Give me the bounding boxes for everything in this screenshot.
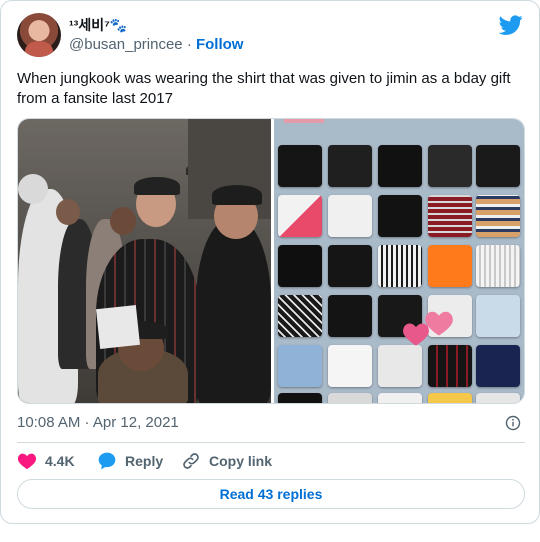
shirt bbox=[278, 145, 322, 187]
media-photo-left[interactable] bbox=[18, 119, 271, 403]
handle-line: @busan_princee · Follow bbox=[69, 35, 243, 55]
tweet-header: ¹³세비⁷🐾 @busan_princee · Follow bbox=[17, 13, 523, 59]
media-photo-right[interactable] bbox=[274, 119, 524, 403]
shirt bbox=[428, 345, 472, 387]
person-right bbox=[196, 219, 271, 403]
tweet-text: When jungkook was wearing the shirt that… bbox=[17, 70, 511, 107]
reply-button[interactable]: Reply bbox=[97, 450, 163, 472]
person-head bbox=[18, 174, 48, 204]
divider bbox=[17, 442, 525, 443]
shirt bbox=[428, 245, 472, 287]
follow-button[interactable]: Follow bbox=[196, 36, 244, 53]
like-count: 4.4K bbox=[45, 453, 75, 469]
link-icon bbox=[183, 453, 199, 469]
copy-link-label: Copy link bbox=[209, 453, 273, 469]
pink-tag bbox=[284, 119, 324, 123]
shirt bbox=[328, 393, 372, 403]
tweet-media[interactable] bbox=[17, 118, 525, 404]
shirt bbox=[278, 295, 322, 337]
heart-icon bbox=[17, 453, 37, 470]
shirt-print bbox=[142, 266, 190, 322]
tweet-meta: 10:08 AM · Apr 12, 2021 bbox=[17, 413, 525, 433]
shirt bbox=[476, 393, 520, 403]
shirt-grid bbox=[278, 141, 524, 403]
shirt bbox=[378, 393, 422, 403]
shirt bbox=[328, 195, 372, 237]
shirt bbox=[278, 195, 322, 237]
shirt bbox=[476, 245, 520, 287]
like-button[interactable]: 4.4K bbox=[17, 450, 75, 472]
shirt bbox=[476, 145, 520, 187]
shirt bbox=[428, 145, 472, 187]
shirt bbox=[378, 195, 422, 237]
shirt bbox=[428, 195, 472, 237]
shirt bbox=[378, 345, 422, 387]
avatar[interactable] bbox=[17, 13, 61, 57]
shirt bbox=[328, 345, 372, 387]
heart-sticker-icon bbox=[403, 323, 429, 346]
person-head bbox=[110, 207, 136, 235]
black-cap bbox=[212, 185, 262, 205]
shirt bbox=[328, 245, 372, 287]
user-handle[interactable]: @busan_princee bbox=[69, 36, 183, 53]
shirt bbox=[476, 295, 520, 337]
shirt bbox=[476, 195, 520, 237]
copy-link-button[interactable]: Copy link bbox=[181, 450, 272, 472]
action-bar: 4.4K Reply Copy link bbox=[17, 450, 525, 472]
shirt bbox=[476, 345, 520, 387]
timestamp[interactable]: 10:08 AM · Apr 12, 2021 bbox=[17, 414, 179, 431]
tweet-card: ¹³세비⁷🐾 @busan_princee · Follow When jung… bbox=[0, 0, 540, 524]
person-head bbox=[56, 199, 80, 225]
twitter-bird-icon[interactable] bbox=[499, 13, 523, 37]
display-name[interactable]: ¹³세비⁷🐾 bbox=[69, 15, 243, 35]
read-replies-button[interactable]: Read 43 replies bbox=[17, 479, 525, 509]
shirt bbox=[328, 145, 372, 187]
paper bbox=[96, 305, 140, 349]
author-info: ¹³세비⁷🐾 @busan_princee · Follow bbox=[69, 15, 243, 55]
black-cap bbox=[134, 177, 180, 195]
shirt bbox=[278, 245, 322, 287]
shirt bbox=[428, 393, 472, 403]
shirt bbox=[278, 345, 322, 387]
shirt bbox=[378, 145, 422, 187]
shirt bbox=[328, 295, 372, 337]
speech-bubble-icon bbox=[98, 452, 116, 470]
shirt bbox=[378, 245, 422, 287]
separator-dot: · bbox=[186, 36, 192, 53]
reply-label: Reply bbox=[125, 453, 164, 469]
info-circle-icon[interactable] bbox=[505, 415, 521, 431]
shirt bbox=[278, 393, 322, 403]
